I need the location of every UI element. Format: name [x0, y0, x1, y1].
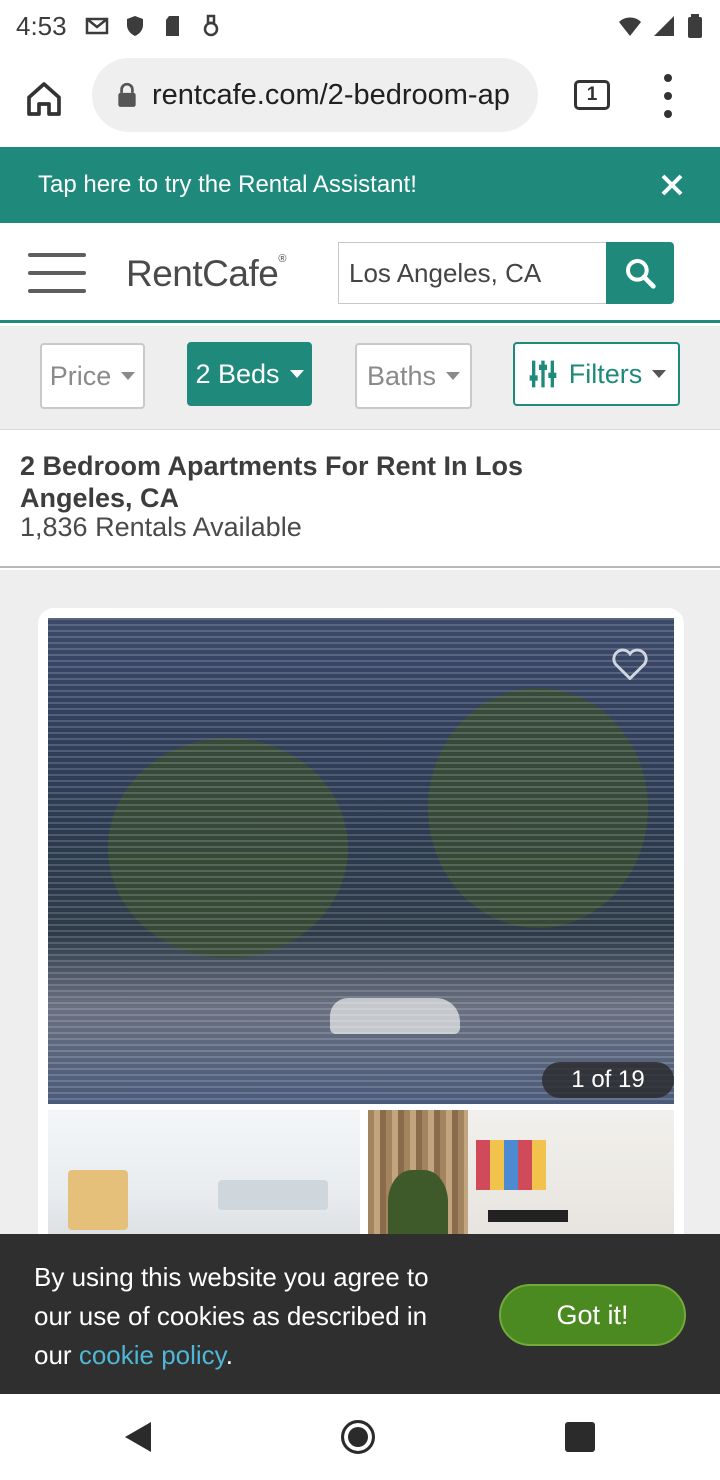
cookie-text-end: .	[225, 1340, 233, 1370]
more-filters-button[interactable]: Filters	[513, 342, 680, 406]
system-icons	[618, 14, 704, 38]
cookie-text: By using this website you agree to our u…	[34, 1258, 454, 1375]
gmail-icon	[85, 17, 108, 35]
cookie-accept-button[interactable]: Got it!	[499, 1284, 686, 1346]
status-bar: 4:53	[0, 0, 720, 52]
photo-detail	[68, 1170, 128, 1230]
site-logo[interactable]: RentCafe®	[126, 253, 286, 295]
more-filters-label: Filters	[568, 358, 643, 389]
page-title: 2 Bedroom Apartments For Rent In Los Ang…	[20, 451, 524, 513]
back-icon[interactable]	[125, 1422, 151, 1452]
usb-icon	[203, 14, 218, 37]
wifi-icon	[619, 17, 641, 36]
beds-filter-button[interactable]: 2 Beds	[187, 342, 312, 406]
listing-thumbnail[interactable]	[48, 1110, 360, 1234]
hamburger-icon[interactable]	[28, 253, 86, 293]
banner-text: Tap here to try the Rental Assistant!	[38, 171, 417, 198]
listing-main-photo[interactable]: 1 of 19	[48, 618, 674, 1104]
cookie-banner: By using this website you agree to our u…	[0, 1234, 720, 1394]
price-filter-button[interactable]: Price	[40, 343, 145, 409]
notification-icons	[85, 14, 223, 38]
browser-home-button[interactable]	[14, 69, 74, 129]
results-count: 1,836 Rentals Available	[20, 512, 302, 542]
recents-icon[interactable]	[565, 1422, 595, 1452]
home-icon	[27, 82, 61, 116]
photo-detail	[476, 1140, 546, 1190]
photo-detail	[488, 1210, 568, 1222]
favorite-icon[interactable]	[612, 648, 648, 680]
listing-card[interactable]: 1 of 19	[38, 608, 684, 1234]
beds-filter-label: 2 Beds	[195, 358, 280, 389]
photo-counter: 1 of 19	[542, 1062, 674, 1098]
browser-toolbar: rentcafe.com/2-bedroom-ap 1	[0, 52, 720, 146]
results-header: 2 Bedroom Apartments For Rent In Los Ang…	[0, 432, 720, 568]
chevron-down-icon	[652, 370, 667, 378]
cookie-policy-link[interactable]: cookie policy	[79, 1340, 226, 1370]
chevron-down-icon	[289, 370, 304, 378]
price-filter-label: Price	[49, 360, 112, 391]
lock-icon	[118, 82, 136, 107]
battery-icon	[688, 14, 702, 38]
close-icon[interactable]	[660, 173, 684, 197]
location-search-input[interactable]: Los Angeles, CA	[338, 242, 608, 304]
chevron-down-icon	[121, 372, 136, 380]
address-bar[interactable]: rentcafe.com/2-bedroom-ap	[92, 58, 538, 132]
baths-filter-button[interactable]: Baths	[355, 343, 472, 409]
signal-icon	[654, 16, 674, 36]
logo-text: RentCafe	[126, 253, 279, 294]
sliders-icon	[529, 360, 557, 388]
listing-results: 1 of 19	[0, 570, 720, 1234]
search-button[interactable]	[606, 242, 674, 304]
site-header: RentCafe® Los Angeles, CA	[0, 223, 720, 323]
home-nav-icon[interactable]	[341, 1420, 375, 1454]
filter-bar: Price 2 Beds Baths Filters	[0, 326, 720, 430]
photo-detail	[218, 1180, 328, 1210]
photo-detail	[388, 1170, 448, 1234]
system-nav-bar	[0, 1394, 720, 1480]
shield-icon	[126, 16, 143, 36]
baths-filter-label: Baths	[366, 360, 437, 391]
tab-switcher-button[interactable]: 1	[574, 80, 610, 110]
chevron-down-icon	[446, 372, 461, 380]
listing-thumbnail[interactable]	[368, 1110, 674, 1234]
rental-assistant-banner[interactable]: Tap here to try the Rental Assistant!	[0, 147, 720, 223]
search-icon	[626, 259, 656, 289]
overflow-menu-icon[interactable]	[656, 74, 680, 118]
status-time: 4:53	[16, 10, 67, 41]
sd-card-icon	[165, 16, 179, 36]
photo-overlay	[48, 618, 674, 1104]
url-text: rentcafe.com/2-bedroom-ap	[152, 78, 510, 111]
